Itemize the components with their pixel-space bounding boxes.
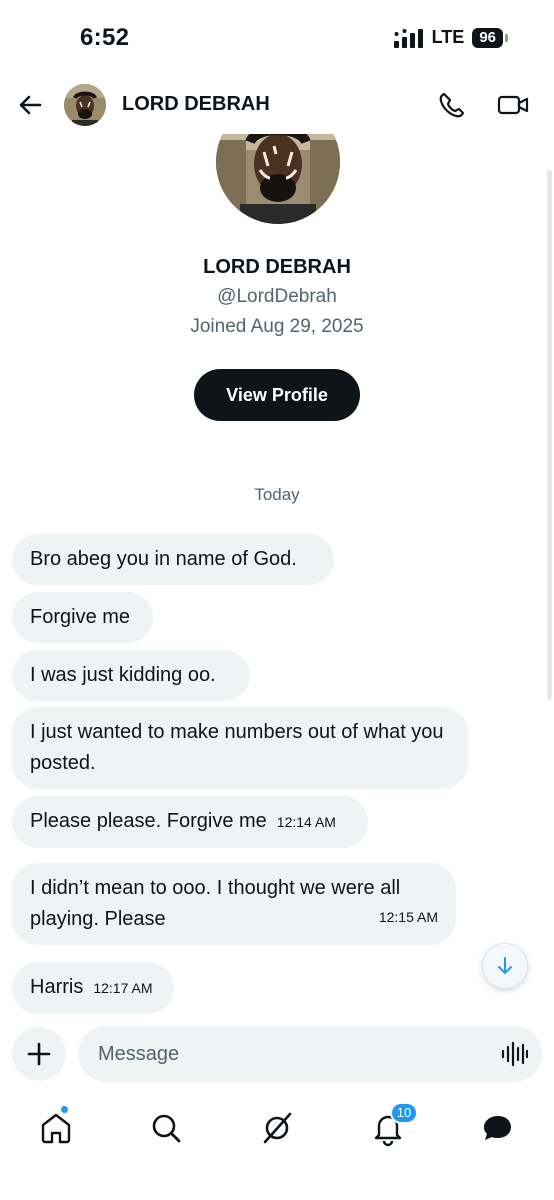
day-separator: Today (254, 485, 300, 504)
back-arrow-icon (19, 95, 42, 115)
profile-joined-date: Joined Aug 29, 2025 (190, 316, 364, 337)
nav-messages[interactable] (478, 1108, 518, 1148)
message-bubble[interactable]: I didn’t mean to ooo. I thought we were … (12, 863, 456, 945)
video-camera-icon (497, 95, 529, 115)
header-contact-name[interactable]: LORD DEBRAH (122, 93, 270, 116)
message-bubble[interactable]: Bro abeg you in name of God. (12, 534, 334, 585)
message-text: Please please. Forgive me (30, 810, 267, 832)
audio-waveform-icon (501, 1041, 528, 1067)
arrow-down-icon (498, 957, 512, 974)
network-type: LTE (431, 27, 465, 47)
nav-home[interactable] (36, 1108, 76, 1148)
chat-header: LORD DEBRAH (0, 76, 554, 134)
scrollbar[interactable] (547, 170, 552, 700)
message-input[interactable] (98, 1026, 478, 1082)
nav-grok[interactable] (257, 1108, 297, 1148)
message-bubble[interactable]: I just wanted to make numbers out of wha… (12, 707, 468, 789)
voice-message-button[interactable] (500, 1041, 528, 1067)
home-icon (41, 1113, 71, 1144)
profile-name: LORD DEBRAH (203, 256, 351, 278)
message-text: I was just kidding oo. (30, 664, 216, 686)
message-text: Bro abeg you in name of God. (30, 548, 297, 570)
status-time: 6:52 (80, 24, 130, 51)
back-button[interactable] (16, 90, 46, 120)
status-indicators: LTE 96 (393, 27, 508, 48)
add-attachment-button[interactable] (12, 1027, 66, 1081)
home-unread-dot (60, 1105, 69, 1114)
message-text: I just wanted to make numbers out of wha… (30, 721, 444, 774)
plus-icon (27, 1042, 51, 1066)
notification-badge: 10 (390, 1102, 418, 1124)
profile-handle: @LordDebrah (217, 286, 337, 307)
phone-icon (439, 92, 465, 118)
battery-tip (505, 33, 508, 42)
message-bubble[interactable]: Please please. Forgive me 12:14 AM (12, 796, 368, 848)
message-text: Forgive me (30, 606, 131, 628)
avatar-photo (64, 84, 106, 126)
scroll-to-bottom-button[interactable] (482, 943, 528, 989)
bottom-navigation: 10 (0, 1098, 554, 1200)
message-bubble[interactable]: Harris 12:17 AM (12, 962, 174, 1014)
message-text: Harris (30, 976, 84, 998)
status-bar: 6:52 LTE 96 (0, 0, 554, 76)
battery-level: 96 (472, 27, 503, 48)
view-profile-button[interactable]: View Profile (194, 369, 360, 421)
cellular-signal-icon (393, 28, 423, 48)
message-composer (78, 1026, 542, 1082)
grok-icon (263, 1112, 292, 1144)
search-icon (152, 1114, 181, 1143)
nav-search[interactable] (146, 1108, 186, 1148)
messages-icon (484, 1116, 511, 1140)
voice-call-button[interactable] (436, 90, 466, 120)
message-bubble[interactable]: I was just kidding oo. (12, 650, 250, 701)
header-avatar[interactable] (64, 84, 106, 126)
video-call-button[interactable] (496, 90, 530, 120)
message-timestamp: 12:17 AM (93, 980, 153, 996)
message-bubble[interactable]: Forgive me (12, 592, 153, 643)
message-timestamp: 12:14 AM (276, 814, 336, 830)
message-timestamp: 12:15 AM (378, 909, 438, 925)
